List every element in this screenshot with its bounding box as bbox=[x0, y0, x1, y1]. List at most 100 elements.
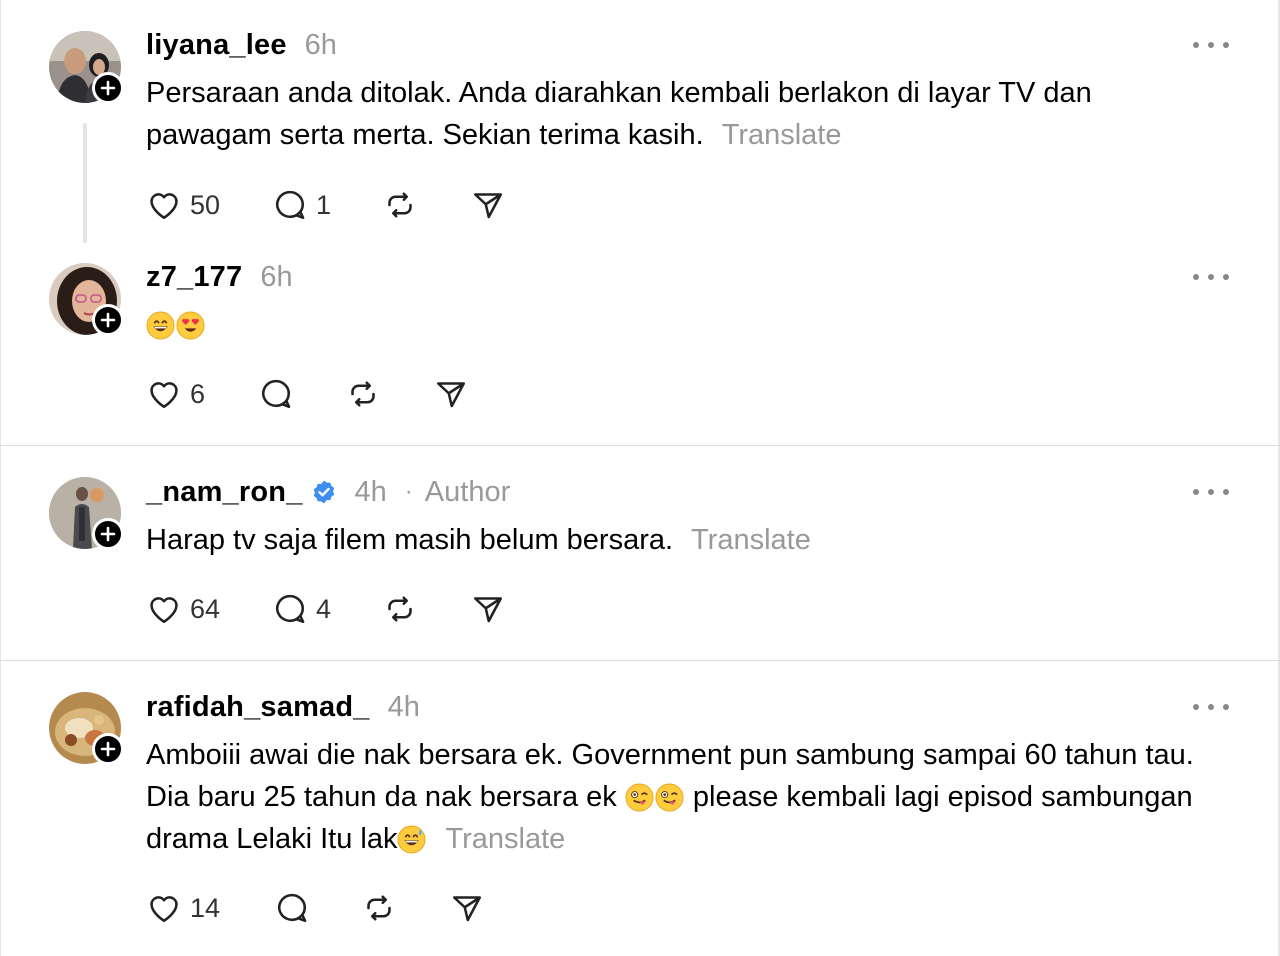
ellipsis-dot bbox=[1208, 274, 1214, 280]
reply-count: 1 bbox=[316, 189, 332, 220]
timestamp[interactable]: 6h bbox=[305, 29, 337, 62]
ellipsis-dot bbox=[1208, 704, 1214, 710]
translate-link[interactable]: Translate bbox=[445, 823, 565, 855]
speech-bubble-icon bbox=[275, 594, 305, 624]
heart-eyes-emoji bbox=[176, 311, 205, 340]
username[interactable]: liyana_lee bbox=[146, 29, 287, 62]
share-button[interactable] bbox=[470, 185, 506, 225]
repost-icon bbox=[367, 895, 391, 921]
post-header: liyana_lee 6h bbox=[146, 25, 337, 65]
winking-tongue-emoji bbox=[625, 783, 654, 812]
follow-button[interactable] bbox=[92, 733, 124, 765]
divider bbox=[0, 445, 1280, 446]
ellipsis-icon bbox=[1193, 704, 1199, 710]
plus-icon bbox=[100, 526, 116, 542]
repost-icon bbox=[351, 381, 375, 407]
more-options-button[interactable] bbox=[1193, 267, 1229, 287]
ellipsis-icon bbox=[1193, 489, 1199, 495]
grinning-sweat-emoji bbox=[397, 825, 426, 854]
follow-button[interactable] bbox=[92, 304, 124, 336]
heart-icon bbox=[150, 597, 178, 624]
like-button[interactable]: 6 bbox=[146, 374, 205, 414]
heart-icon bbox=[150, 896, 178, 923]
share-button[interactable] bbox=[449, 888, 485, 928]
share-button[interactable] bbox=[470, 589, 506, 629]
avatar[interactable] bbox=[49, 477, 124, 550]
ellipsis-icon bbox=[1193, 42, 1199, 48]
post-text bbox=[146, 304, 1216, 346]
ellipsis-dot bbox=[1223, 274, 1229, 280]
grinning-face-emoji bbox=[146, 311, 175, 340]
post-header: _nam_ron_ 4h · Author bbox=[146, 472, 510, 512]
follow-button[interactable] bbox=[92, 72, 124, 104]
speech-bubble-icon bbox=[277, 893, 307, 923]
send-icon bbox=[436, 382, 466, 408]
ellipsis-dot bbox=[1208, 42, 1214, 48]
repost-button[interactable] bbox=[382, 185, 418, 225]
username[interactable]: z7_177 bbox=[146, 261, 242, 294]
repost-icon bbox=[388, 192, 412, 218]
timestamp[interactable]: 4h bbox=[355, 476, 387, 509]
more-options-button[interactable] bbox=[1193, 482, 1229, 502]
like-button[interactable]: 64 bbox=[146, 589, 220, 629]
ellipsis-icon bbox=[1193, 274, 1199, 280]
repost-button[interactable] bbox=[361, 888, 397, 928]
plus-icon bbox=[100, 312, 116, 328]
heart-icon bbox=[150, 382, 178, 409]
plus-icon bbox=[100, 741, 116, 757]
speech-bubble-icon bbox=[275, 190, 305, 220]
plus-icon bbox=[100, 80, 116, 96]
ellipsis-dot bbox=[1223, 704, 1229, 710]
reply-button[interactable]: 4 bbox=[272, 589, 331, 629]
repost-button[interactable] bbox=[382, 589, 418, 629]
post-body: Harap tv saja filem masih belum bersara. bbox=[146, 524, 674, 556]
frame-border-left bbox=[0, 0, 1, 956]
post-header: z7_177 6h bbox=[146, 257, 293, 297]
separator-dot: · bbox=[404, 478, 413, 505]
like-button[interactable]: 14 bbox=[146, 888, 220, 928]
ellipsis-dot bbox=[1223, 42, 1229, 48]
speech-bubble-icon bbox=[261, 379, 291, 409]
repost-button[interactable] bbox=[345, 374, 381, 414]
reply-button[interactable] bbox=[274, 888, 310, 928]
ellipsis-dot bbox=[1208, 489, 1214, 495]
post-text: Harap tv saja filem masih belum bersara.… bbox=[146, 519, 1216, 561]
post-text: Amboiii awai die nak bersara ek. Governm… bbox=[146, 734, 1216, 860]
reply-button[interactable]: 1 bbox=[272, 185, 331, 225]
ellipsis-dot bbox=[1223, 489, 1229, 495]
share-button[interactable] bbox=[433, 374, 469, 414]
repost-icon bbox=[388, 596, 412, 622]
more-options-button[interactable] bbox=[1193, 697, 1229, 717]
avatar[interactable] bbox=[49, 692, 124, 765]
like-count: 14 bbox=[190, 892, 221, 923]
comment-thread: liyana_lee 6h Persaraan anda ditolak. An… bbox=[0, 0, 1280, 956]
post-text: Persaraan anda ditolak. Anda diarahkan k… bbox=[146, 72, 1216, 156]
follow-button[interactable] bbox=[92, 518, 124, 550]
translate-link[interactable]: Translate bbox=[722, 119, 842, 151]
thread-connector-line bbox=[83, 123, 87, 243]
like-count: 50 bbox=[190, 189, 221, 220]
post-header: rafidah_samad_ 4h bbox=[146, 687, 420, 727]
translate-link[interactable]: Translate bbox=[691, 524, 811, 556]
avatar[interactable] bbox=[49, 263, 124, 336]
reply-count: 4 bbox=[316, 593, 332, 624]
send-icon bbox=[473, 193, 503, 219]
like-count: 6 bbox=[190, 378, 206, 409]
heart-icon bbox=[150, 193, 178, 220]
avatar[interactable] bbox=[49, 31, 124, 104]
like-count: 64 bbox=[190, 593, 221, 624]
username[interactable]: _nam_ron_ bbox=[146, 476, 303, 509]
username[interactable]: rafidah_samad_ bbox=[146, 691, 370, 724]
divider bbox=[0, 660, 1280, 661]
send-icon bbox=[473, 597, 503, 623]
timestamp[interactable]: 6h bbox=[260, 261, 292, 294]
more-options-button[interactable] bbox=[1193, 35, 1229, 55]
timestamp[interactable]: 4h bbox=[388, 691, 420, 724]
author-label: Author bbox=[424, 475, 511, 508]
reply-button[interactable] bbox=[258, 374, 294, 414]
winking-tongue-emoji bbox=[655, 783, 684, 812]
verified-badge-icon bbox=[313, 480, 334, 504]
like-button[interactable]: 50 bbox=[146, 185, 220, 225]
send-icon bbox=[452, 896, 482, 922]
post-body: Persaraan anda ditolak. Anda diarahkan k… bbox=[146, 77, 1092, 151]
